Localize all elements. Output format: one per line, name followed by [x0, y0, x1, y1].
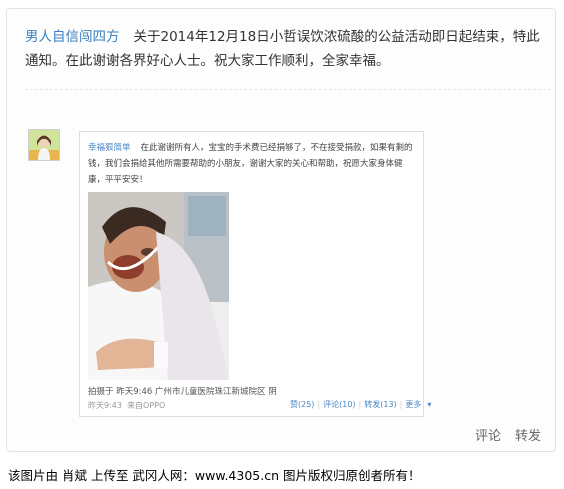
post-actions: 评论 转发: [461, 425, 541, 444]
embedded-repost-button[interactable]: 转发(13): [364, 400, 396, 409]
weibo-post-card: 男人自信闯四方 关于2014年12月18日小哲误饮浓硫酸的公益活动即日起结束，特此…: [6, 8, 556, 452]
photo-image: [88, 192, 229, 380]
comment-button[interactable]: 评论: [475, 429, 501, 444]
embedded-meta: 昨天9:43 来自OPPO: [88, 400, 165, 411]
embedded-time[interactable]: 昨天9:43: [88, 401, 122, 410]
repost-button[interactable]: 转发: [515, 429, 541, 444]
child-hospital-photo[interactable]: [88, 192, 229, 380]
embedded-post-body: 幸福狠简单 在此谢谢所有人，宝宝的手术费已经捐够了，不在接受捐款，如果有剩的钱，我…: [88, 140, 414, 188]
embedded-source: 来自OPPO: [127, 401, 166, 410]
chevron-down-icon: ▾: [427, 400, 432, 409]
divider: [25, 89, 551, 90]
avatar-image: [29, 130, 59, 160]
embedded-author-link[interactable]: 幸福狠简单: [88, 143, 131, 153]
post-body: 男人自信闯四方 关于2014年12月18日小哲误饮浓硫酸的公益活动即日起结束，特此…: [25, 25, 545, 73]
avatar[interactable]: [28, 129, 60, 161]
embedded-comment-button[interactable]: 评论(10): [323, 400, 355, 409]
image-caption: 该图片由 肖斌 上传至 武冈人网：www.4305.cn 图片版权归原创者所有！: [0, 463, 564, 489]
post-author-link[interactable]: 男人自信闯四方: [25, 29, 120, 45]
embedded-actions: 赞(25) | 评论(10) | 转发(13) | 更多 ▾: [290, 400, 432, 409]
photo-location: 拍摄于 昨天9:46 广州市儿童医院珠江新城院区 阴: [88, 387, 277, 397]
embedded-post-screenshot: 幸福狠简单 在此谢谢所有人，宝宝的手术费已经捐够了，不在接受捐款，如果有剩的钱，我…: [79, 131, 431, 417]
embedded-text: 在此谢谢所有人，宝宝的手术费已经捐够了，不在接受捐款，如果有剩的钱，我们会捐给其…: [88, 143, 413, 185]
embedded-like-button[interactable]: 赞(25): [290, 400, 314, 409]
embedded-more-button[interactable]: 更多: [405, 400, 421, 409]
